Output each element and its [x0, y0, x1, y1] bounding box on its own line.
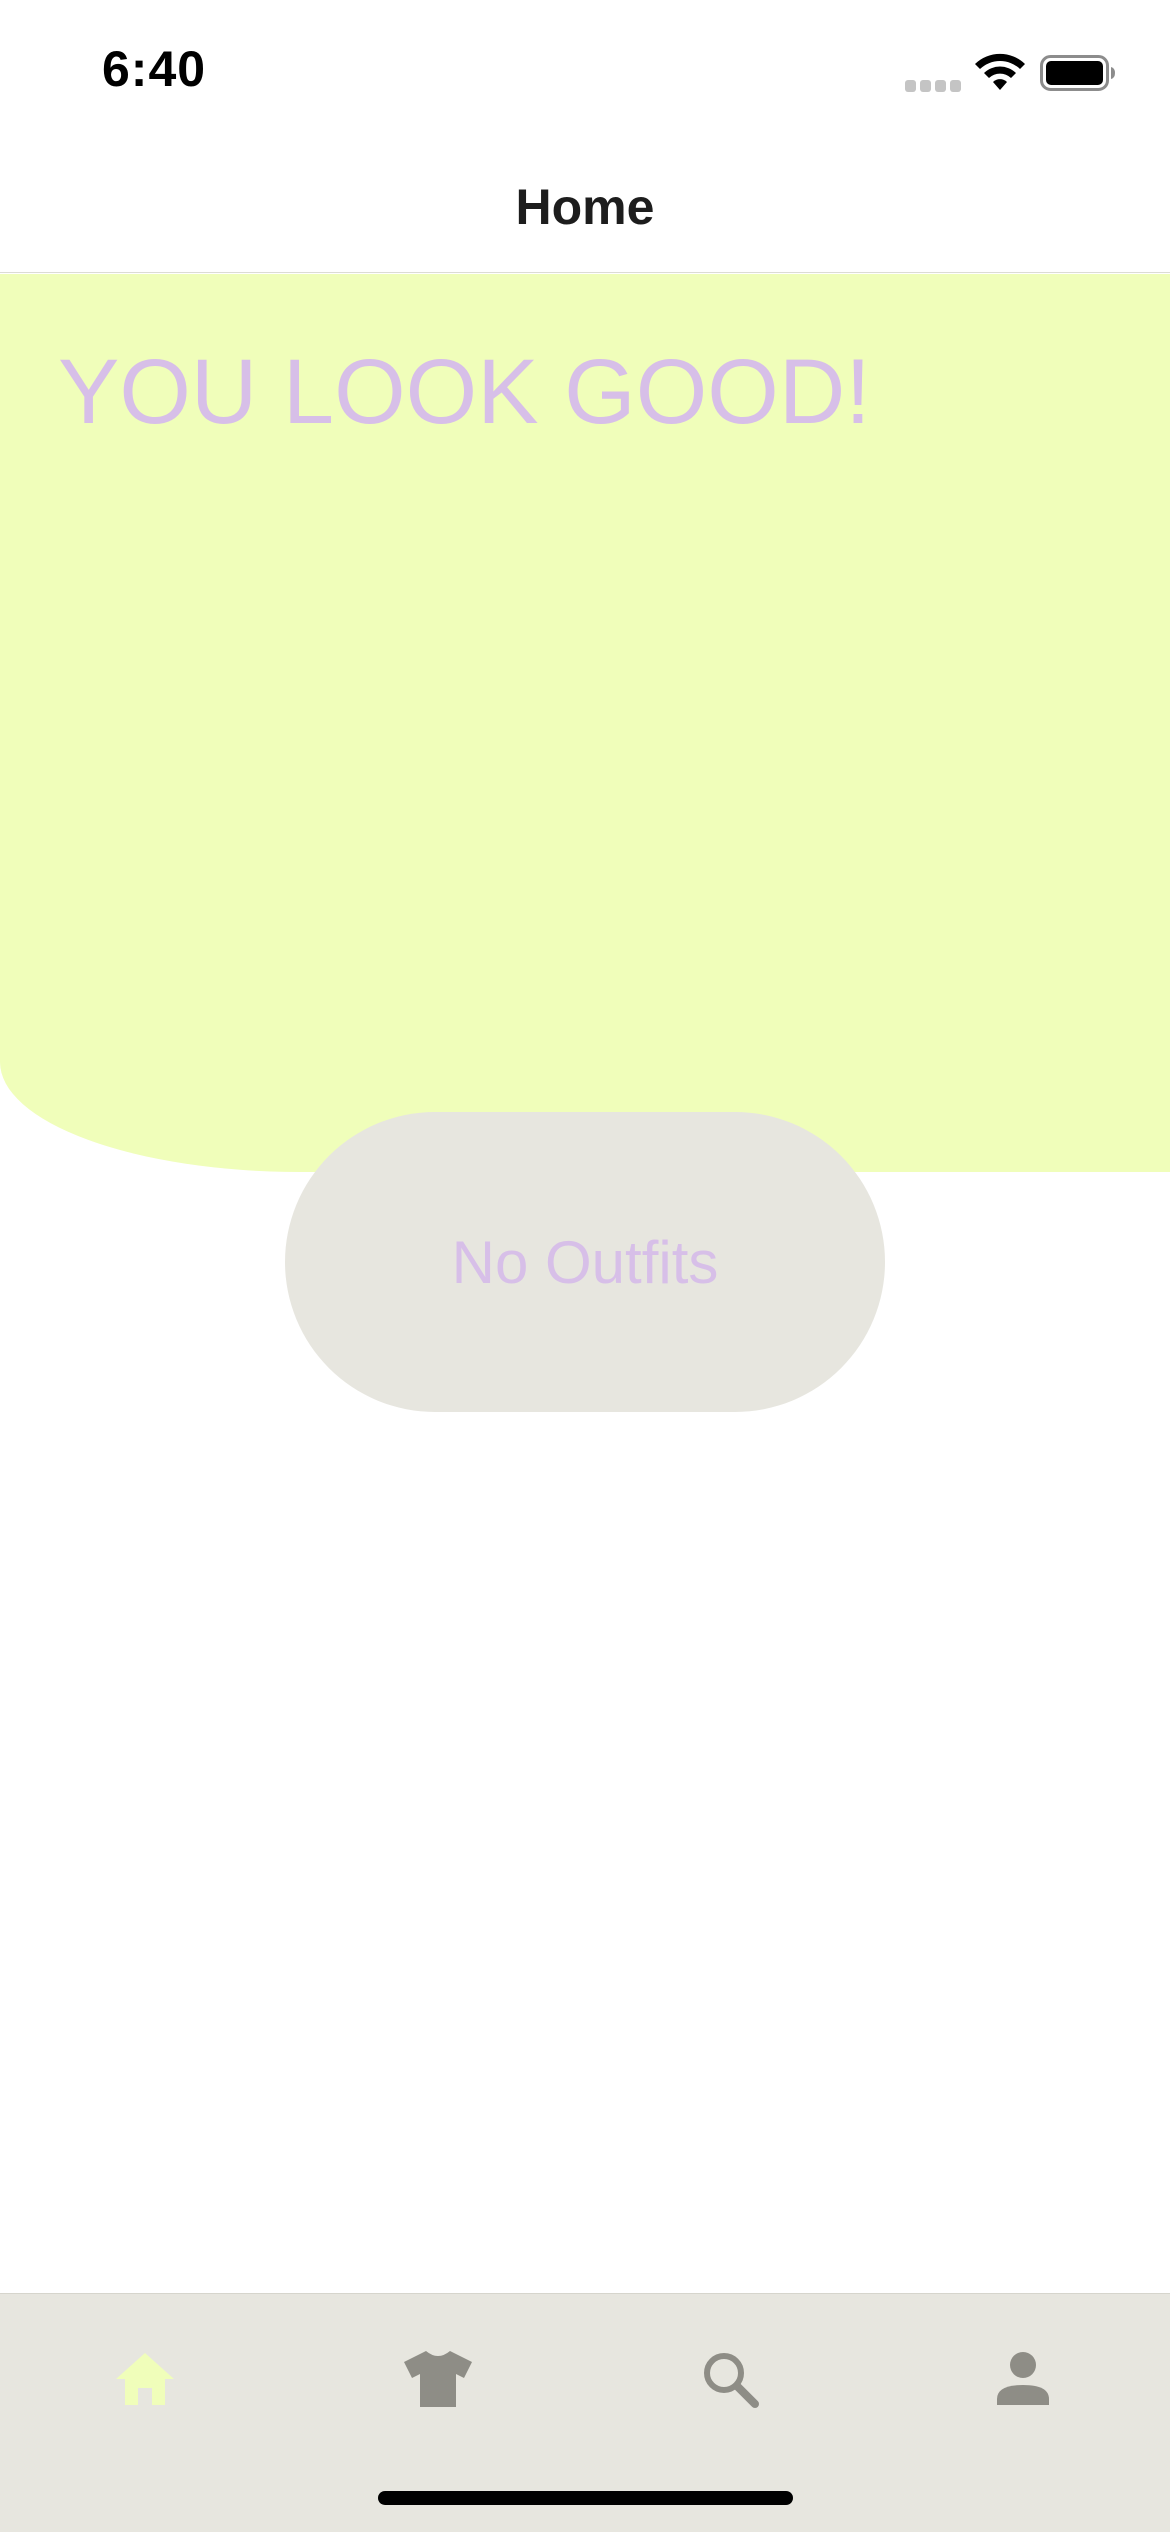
tab-profile[interactable]: [963, 2334, 1083, 2424]
home-indicator[interactable]: [378, 2491, 793, 2505]
battery-icon: [1040, 55, 1115, 91]
hero-title: YOU LOOK GOOD!: [58, 341, 871, 443]
tab-home[interactable]: [85, 2334, 205, 2424]
person-icon: [997, 2352, 1049, 2405]
hero-banner: YOU LOOK GOOD!: [0, 274, 1170, 1172]
outfits-label: No Outfits: [451, 1228, 719, 1296]
status-bar: 6:40: [0, 0, 1170, 140]
tab-search[interactable]: [670, 2334, 790, 2424]
search-icon: [704, 2353, 759, 2408]
navigation-bar: Home: [0, 140, 1170, 273]
shirt-icon: [404, 2351, 472, 2407]
outfits-button[interactable]: No Outfits: [285, 1112, 885, 1412]
home-icon: [116, 2353, 174, 2405]
cellular-signal-icon: [905, 80, 961, 92]
wifi-icon: [975, 53, 1025, 90]
status-time: 6:40: [102, 41, 207, 97]
page-title: Home: [515, 179, 655, 235]
tab-wardrobe[interactable]: [378, 2334, 498, 2424]
